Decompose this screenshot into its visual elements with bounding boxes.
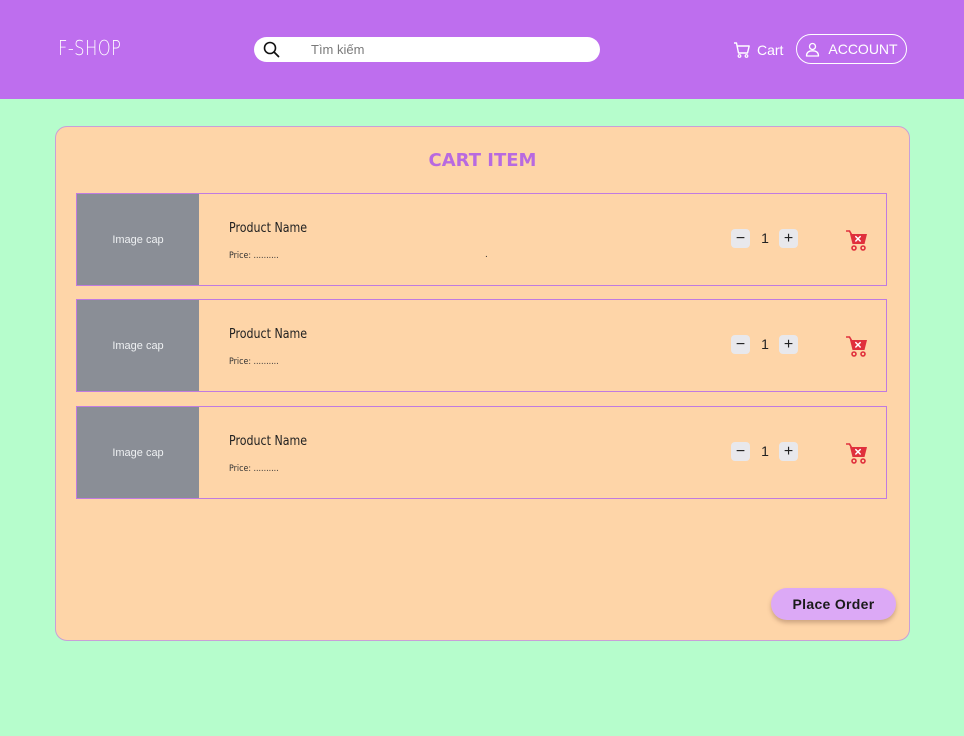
product-image: Image cap (77, 300, 199, 391)
product-price: Price: .......... (229, 464, 279, 474)
logo[interactable]: F-SHOP (58, 36, 121, 60)
place-order-button[interactable]: Place Order (771, 588, 896, 620)
stray-dot: . (485, 249, 488, 260)
product-image: Image cap (77, 407, 199, 498)
cart-remove-icon[interactable] (846, 335, 868, 357)
quantity-plus-button[interactable]: + (779, 229, 798, 248)
account-label: ACCOUNT (828, 41, 898, 57)
search-icon[interactable] (263, 41, 280, 58)
product-image: Image cap (77, 194, 199, 285)
quantity-value: 1 (761, 443, 769, 459)
user-icon (806, 42, 820, 57)
cart-panel: CART ITEM Image cap Product Name Price: … (55, 126, 910, 641)
cart-item: Image cap Product Name Price: ..........… (76, 406, 887, 499)
quantity-value: 1 (761, 230, 769, 246)
cart-item: Image cap Product Name Price: ..........… (76, 299, 887, 392)
cart-remove-icon[interactable] (846, 442, 868, 464)
quantity-minus-button[interactable]: − (731, 335, 750, 354)
quantity-plus-button[interactable]: + (779, 442, 798, 461)
quantity-minus-button[interactable]: − (731, 229, 750, 248)
search-input[interactable] (311, 40, 581, 59)
cart-icon (734, 42, 750, 58)
cart-title: CART ITEM (428, 150, 537, 171)
quantity-minus-button[interactable]: − (731, 442, 750, 461)
product-price: Price: .......... (229, 357, 279, 367)
header: F-SHOP Cart ACCOUNT (0, 0, 964, 99)
cart-item: Image cap Product Name Price: ..........… (76, 193, 887, 286)
product-price: Price: .......... (229, 251, 279, 261)
product-name: Product Name (229, 327, 308, 342)
product-name: Product Name (229, 434, 308, 449)
product-name: Product Name (229, 221, 308, 236)
quantity-plus-button[interactable]: + (779, 335, 798, 354)
search-bar[interactable] (254, 37, 600, 62)
account-button[interactable]: ACCOUNT (796, 34, 907, 64)
cart-link[interactable]: Cart (733, 40, 783, 60)
cart-label: Cart (757, 42, 784, 58)
cart-remove-icon[interactable] (846, 229, 868, 251)
quantity-value: 1 (761, 336, 769, 352)
